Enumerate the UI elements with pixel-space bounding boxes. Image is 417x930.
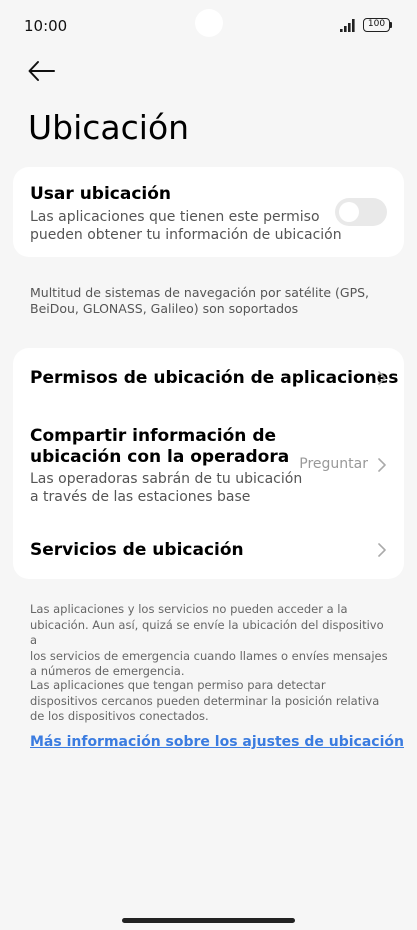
location-services-row[interactable]: Servicios de ubicación xyxy=(13,520,404,579)
use-location-toggle[interactable] xyxy=(335,198,387,226)
battery-tip xyxy=(390,22,392,28)
battery-icon: 100 xyxy=(363,18,393,32)
footer-p2-line-1: Las aplicaciones que tengan permiso para… xyxy=(30,678,326,692)
back-button[interactable] xyxy=(26,56,60,86)
carrier-subtitle-line-1: Las operadoras sabrán de tu ubicación xyxy=(30,471,303,487)
location-settings-list: Permisos de ubicación de aplicaciones Co… xyxy=(13,348,404,579)
carrier-title-line-1: Compartir información de xyxy=(30,426,277,446)
footer-p1-line-3: los servicios de emergencia cuando llame… xyxy=(30,648,388,663)
chevron-right-icon xyxy=(378,458,386,472)
status-time: 10:00 xyxy=(24,17,68,35)
use-location-subtitle-1: Las aplicaciones que tienen este permiso xyxy=(30,209,320,225)
carrier-subtitle-line-2: a través de las estaciones base xyxy=(30,489,251,505)
home-indicator[interactable] xyxy=(122,918,295,923)
footer-paragraph-1: Las aplicaciones y los servicios no pued… xyxy=(30,602,392,680)
chevron-right-icon xyxy=(378,543,386,557)
battery-level: 100 xyxy=(363,18,390,32)
footer-paragraph-2: Las aplicaciones que tengan permiso para… xyxy=(30,678,392,725)
use-location-subtitle-2: pueden obtener tu información de ubicaci… xyxy=(30,227,342,243)
footer-p2-line-3: de los dispositivos conectados. xyxy=(30,709,209,723)
footer-p2-line-2: dispositivos cercanos pueden determinar … xyxy=(30,693,380,708)
app-location-permissions-title: Permisos de ubicación de aplicaciones xyxy=(30,368,399,388)
location-services-title: Servicios de ubicación xyxy=(30,540,244,560)
signal-bars-icon xyxy=(340,19,355,32)
location-settings-info-link[interactable]: Más información sobre los ajustes de ubi… xyxy=(30,734,404,750)
page-title: Ubicación xyxy=(28,108,190,147)
carrier-title-line-2: ubicación con la operadora xyxy=(30,447,290,467)
toggle-knob xyxy=(339,202,359,222)
use-location-card[interactable]: Usar ubicación Las aplicaciones que tien… xyxy=(13,167,404,257)
chevron-right-icon xyxy=(378,371,386,385)
camera-cutout xyxy=(195,9,223,37)
gnss-note-line-2: BeiDou, GLONASS, Galileo) son soportados xyxy=(30,301,299,316)
app-location-permissions-row[interactable]: Permisos de ubicación de aplicaciones xyxy=(13,348,404,410)
gnss-note-line-1: Multitud de sistemas de navegación por s… xyxy=(30,285,370,300)
footer-p1-line-1: Las aplicaciones y los servicios no pued… xyxy=(30,602,348,616)
carrier-location-sharing-row[interactable]: Compartir información de ubicación con l… xyxy=(13,414,404,514)
use-location-title: Usar ubicación xyxy=(30,184,172,204)
status-bar: 10:00 100 xyxy=(0,0,417,52)
arrow-left-icon xyxy=(28,61,55,81)
footer-p1-line-2: ubicación. Aun así, quizá se envíe la ub… xyxy=(30,617,384,648)
carrier-value: Preguntar xyxy=(299,456,368,472)
gnss-note: Multitud de sistemas de navegación por s… xyxy=(30,285,400,317)
